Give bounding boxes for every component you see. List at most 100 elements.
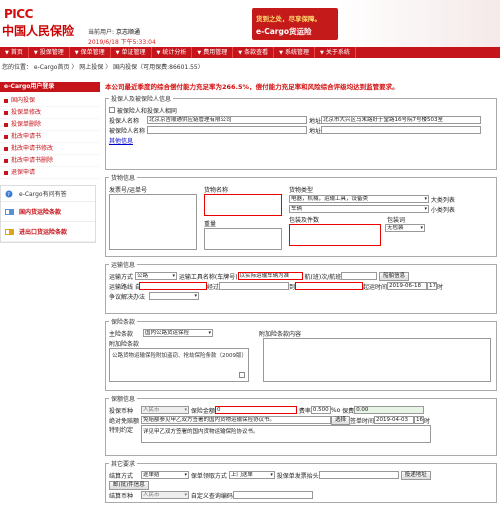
- sidebar-item-delete-endorsement[interactable]: 批改申请书删除: [0, 155, 100, 167]
- other-info-link[interactable]: 其他信息: [109, 136, 133, 145]
- invoice-title-input[interactable]: [318, 471, 399, 479]
- import-export-clause-link[interactable]: 进出口货运险条款: [1, 222, 95, 242]
- sidebar-menu: 国内投保 投保单修改 投保单删除 批改申请书 批改申请书修改 批改申请书删除 退…: [0, 95, 100, 179]
- nav-system[interactable]: ▼ 系统管理: [274, 47, 315, 58]
- route-via-input[interactable]: [219, 282, 290, 290]
- depart-date-input[interactable]: 2019-06-18: [387, 282, 428, 290]
- choose-button[interactable]: 选择: [331, 415, 351, 425]
- route-to-input[interactable]: [295, 282, 364, 290]
- currency-select[interactable]: 人民币: [141, 406, 189, 414]
- company-name: 中国人民保险: [2, 24, 75, 38]
- help-box: ? e-Cargo有问有答 国内货运险条款 进出口货运险条款: [0, 185, 96, 243]
- arrow-icon: ▼: [197, 50, 202, 56]
- sidebar-item-cancel-policy[interactable]: 退保申请: [0, 167, 100, 179]
- package-label: 包装及件数: [289, 216, 320, 224]
- help-icon: ?: [5, 190, 15, 198]
- route-from-input[interactable]: [139, 282, 207, 290]
- mark-textarea[interactable]: [109, 194, 197, 250]
- insured-label: 被保险人名称: [109, 127, 146, 135]
- main-form: 本公司最近季度的综合偿付能力充足率为266.5%，偿付能力充足率和风险综合评级均…: [105, 82, 497, 506]
- premium-input: 0.00: [354, 406, 425, 414]
- route-via-label: 经过: [207, 283, 220, 291]
- voyage-input[interactable]: [341, 272, 378, 280]
- help-box-title[interactable]: ? e-Cargo有问有答: [1, 186, 95, 202]
- delivery-select[interactable]: 上门送单: [228, 471, 275, 479]
- main-nav: ▼ 首页 ▼ 投保管理 ▼ 保单管理 ▼ 单证管理 ▼ 统计分析 ▼ 费用管理 ▼ 条款查看 …: [0, 47, 500, 58]
- main-clause-select[interactable]: 国内公路货运保险: [143, 329, 213, 337]
- extra-clause-checkbox[interactable]: [239, 372, 245, 378]
- special-textarea[interactable]: 详见甲乙双方签署的国内货物运输保险协议书。: [141, 425, 431, 443]
- route-from-label: 运输路线 自: [109, 283, 141, 291]
- clause-section: 保险条款 主险条款 国内公路货运保险 附加险条款内容 附加险条款 公路货物运输保…: [105, 317, 497, 391]
- custom-code-input[interactable]: [232, 491, 313, 499]
- tool-input[interactable]: 以实际运输车辆为准: [237, 272, 303, 280]
- nav-fees[interactable]: ▼ 费用管理: [192, 47, 234, 58]
- book-icon: [5, 208, 15, 216]
- rate-unit: %o: [330, 406, 341, 414]
- book-icon: [5, 228, 15, 236]
- other-section: 其它要求 结算方式 逐单结 保单领取方式 上门送单 投保单发票抬头 投递地址 邮…: [105, 459, 497, 503]
- nav-document[interactable]: ▼ 单证管理: [111, 47, 152, 58]
- mode-select[interactable]: 公路: [135, 272, 177, 280]
- arrow-icon: ▼: [238, 50, 243, 56]
- goods-subtype-select[interactable]: 车辆: [289, 205, 429, 213]
- insured-address-input[interactable]: [321, 126, 481, 134]
- header-decoration: [338, 0, 500, 47]
- brand-logo: PICC: [4, 7, 33, 21]
- address-input[interactable]: 北京市大兴区马末路好于堂路16号院7号楼503室: [321, 116, 481, 124]
- sign-hour-input[interactable]: 16: [414, 416, 425, 424]
- currency-label: 投保币种: [109, 407, 134, 415]
- insured-legend: 投保人及被保险人信息: [111, 96, 172, 103]
- dispute-select[interactable]: [149, 292, 199, 300]
- tool-label: 运输工具名称(车牌号): [178, 273, 238, 281]
- vessel-info-button[interactable]: 船舶信息: [379, 271, 410, 281]
- arrow-icon: ▼: [74, 50, 79, 56]
- goods-type-select[interactable]: 电器，机械，运输工具，设备类: [289, 195, 429, 203]
- transport-section: 运输信息 运输方式 公路 运输工具名称(车牌号) 以实际运输车辆为准 航(班)次…: [105, 260, 497, 314]
- solvency-alert: 本公司最近季度的综合偿付能力充足率为266.5%，偿付能力充足率和风险综合评级均…: [105, 83, 399, 91]
- applicant-input[interactable]: 北京京吉顺通供应链管理有限公司: [147, 116, 307, 124]
- premium-label: 保费: [342, 407, 355, 415]
- sidebar-item-delete-application[interactable]: 投保单删除: [0, 119, 100, 131]
- sum-input[interactable]: 0: [214, 406, 297, 414]
- special-label: 特别约定: [109, 427, 134, 434]
- page-header: PICC 中国人民保险 当前用户: 京志顺通 2019/6/18 下午5:33:…: [0, 0, 500, 47]
- same-as-applicant-checkbox[interactable]: [109, 107, 115, 113]
- banner-product: e-Cargo货运险: [256, 27, 312, 36]
- sidebar-item-domestic-insure[interactable]: 国内投保: [0, 95, 100, 107]
- package-textarea[interactable]: [289, 224, 381, 246]
- nav-insure[interactable]: ▼ 投保管理: [29, 47, 70, 58]
- nav-policy[interactable]: ▼ 保单管理: [70, 47, 111, 58]
- amount-section: 保额信息 投保币种 人民币 保险金额 0 费率 0.500 %o 保费 0.00…: [105, 394, 497, 456]
- sidebar-item-edit-endorsement[interactable]: 批改申请书修改: [0, 143, 100, 155]
- deductible-input[interactable]: 免赔额参见甲乙双方签署的国内货物运输保险协议书。: [141, 416, 331, 424]
- settle-currency-select[interactable]: 人民币: [141, 491, 189, 499]
- arrow-icon: ▼: [5, 50, 9, 56]
- sidebar-item-endorsement[interactable]: 批改申请书: [0, 131, 100, 143]
- datetime: 2019/6/18 下午5:33:04: [88, 39, 156, 46]
- goods-name-textarea[interactable]: [204, 194, 282, 216]
- domestic-clause-link[interactable]: 国内货运险条款: [1, 202, 95, 222]
- product-banner: 货到之处，尽享保障。 e-Cargo货运险: [252, 8, 338, 40]
- sign-date-input[interactable]: 2019-04-03: [374, 416, 415, 424]
- nav-stats[interactable]: ▼ 统计分析: [152, 47, 193, 58]
- nav-about[interactable]: ▼ 关于系统: [315, 47, 356, 58]
- extra-clause-list[interactable]: 公路货物运输保险附加盗窃、抢劫保险条款（2009版）: [109, 348, 249, 382]
- goods-name-label: 货物名称: [204, 186, 229, 194]
- nav-clause[interactable]: ▼ 条款查看: [233, 47, 275, 58]
- current-user: 当前用户: 京志顺通: [88, 27, 140, 36]
- insured-input[interactable]: [147, 126, 307, 134]
- depart-hour-input[interactable]: 17: [427, 282, 438, 290]
- extra-content-textarea[interactable]: [263, 338, 491, 382]
- clause-legend: 保险条款: [111, 319, 136, 326]
- user-label: 当前用户:: [88, 29, 115, 36]
- mail-info-button[interactable]: 邮(批)件信息: [109, 480, 149, 490]
- settle-select[interactable]: 逐单结: [141, 471, 189, 479]
- rate-input[interactable]: 0.500: [310, 406, 331, 414]
- package-method-select[interactable]: 无包装: [385, 224, 425, 232]
- sidebar-item-edit-application[interactable]: 投保单修改: [0, 107, 100, 119]
- delivery-address-button[interactable]: 投递地址: [400, 470, 431, 480]
- nav-home[interactable]: ▼ 首页: [0, 47, 29, 58]
- delivery-label: 保单领取方式: [190, 472, 227, 480]
- weight-textarea[interactable]: [204, 228, 282, 250]
